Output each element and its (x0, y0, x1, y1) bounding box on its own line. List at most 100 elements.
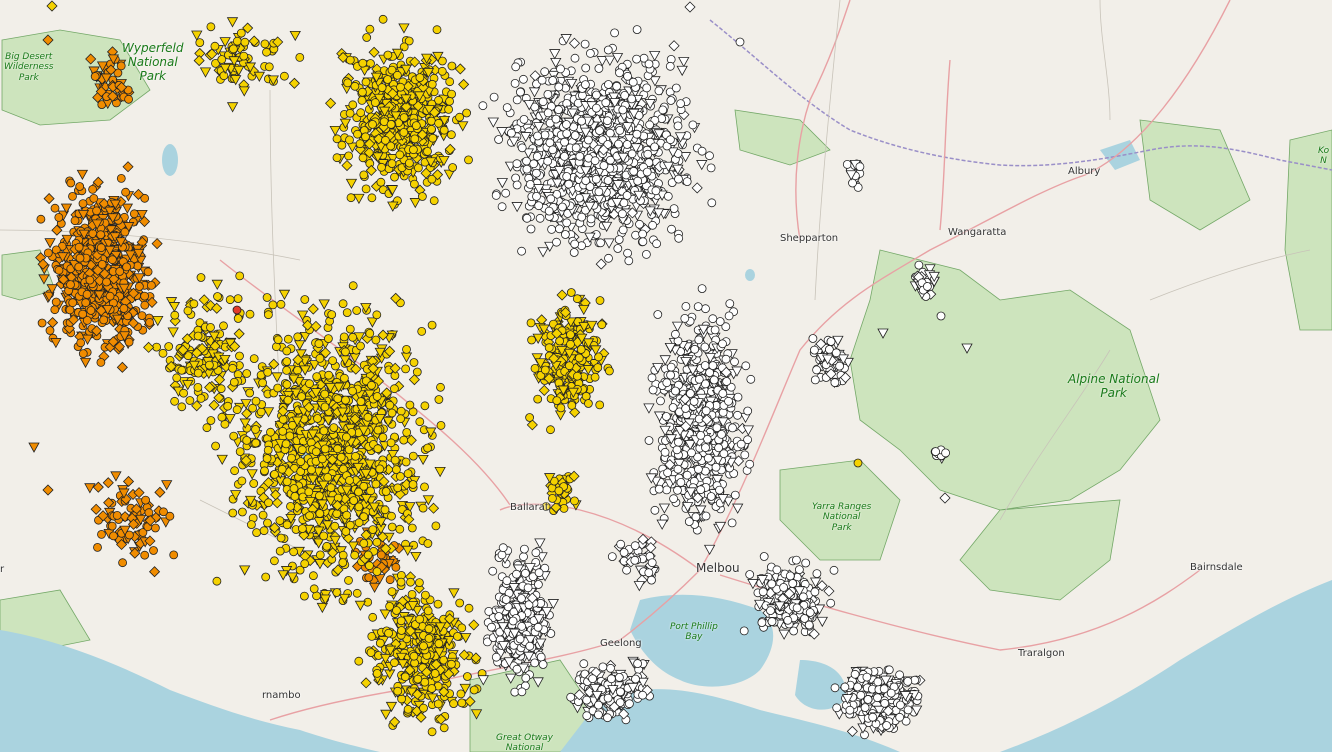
lightning-marker-circle[interactable] (229, 431, 239, 441)
lightning-marker-triangle[interactable] (398, 23, 410, 34)
lightning-marker-circle[interactable] (423, 146, 432, 156)
lightning-marker-circle[interactable] (632, 129, 642, 139)
lightning-marker-circle[interactable] (338, 550, 348, 560)
lightning-marker-diamond[interactable] (233, 328, 245, 340)
lightning-marker-circle[interactable] (115, 267, 125, 276)
lightning-marker-circle[interactable] (329, 423, 339, 433)
lightning-marker-circle[interactable] (546, 194, 556, 204)
lightning-marker-circle[interactable] (671, 83, 681, 93)
lightning-marker-circle[interactable] (339, 373, 349, 383)
lightning-marker-circle[interactable] (75, 182, 85, 191)
lightning-marker-triangle[interactable] (226, 17, 239, 28)
lightning-marker-triangle[interactable] (537, 247, 549, 258)
lightning-marker-circle[interactable] (613, 244, 623, 253)
lightning-marker-circle[interactable] (383, 50, 393, 60)
lightning-marker-circle[interactable] (433, 599, 443, 609)
lightning-marker-circle[interactable] (320, 402, 330, 412)
lightning-marker-circle[interactable] (396, 577, 406, 587)
lightning-marker-circle[interactable] (140, 550, 150, 560)
lightning-marker-circle[interactable] (319, 426, 329, 436)
lightning-marker-circle[interactable] (273, 335, 283, 345)
lightning-marker-circle[interactable] (540, 130, 550, 140)
lightning-marker-circle[interactable] (345, 324, 355, 334)
lightning-marker-circle[interactable] (275, 546, 285, 556)
lightning-marker-circle[interactable] (548, 493, 557, 503)
lightning-marker-circle[interactable] (432, 25, 442, 35)
lightning-marker-circle[interactable] (313, 414, 322, 423)
lightning-marker-triangle[interactable] (578, 304, 590, 316)
lightning-marker-circle[interactable] (78, 349, 88, 359)
lightning-marker-diamond[interactable] (116, 361, 128, 373)
lightning-marker-triangle[interactable] (84, 483, 96, 494)
lightning-marker-circle[interactable] (341, 395, 350, 405)
lightning-marker-circle[interactable] (656, 396, 665, 406)
lightning-marker-circle[interactable] (396, 414, 406, 424)
lightning-marker-circle[interactable] (543, 90, 553, 99)
lightning-marker-circle[interactable] (595, 400, 605, 410)
lightning-marker-circle[interactable] (225, 295, 235, 305)
lightning-marker-circle[interactable] (146, 280, 156, 290)
lightning-marker-circle[interactable] (571, 143, 581, 153)
lightning-marker-triangle[interactable] (402, 545, 414, 557)
lightning-marker-circle[interactable] (658, 105, 668, 115)
lightning-marker-circle[interactable] (593, 363, 603, 373)
lightning-marker-diamond[interactable] (148, 566, 161, 578)
lightning-marker-circle[interactable] (389, 658, 399, 668)
lightning-marker-triangle[interactable] (354, 600, 367, 612)
lightning-marker-circle[interactable] (540, 365, 550, 375)
lightning-marker-circle[interactable] (371, 335, 381, 345)
lightning-marker-circle[interactable] (601, 98, 611, 108)
lightning-marker-circle[interactable] (332, 153, 342, 163)
lightning-marker-circle[interactable] (258, 378, 268, 388)
lightning-marker-circle[interactable] (282, 357, 292, 366)
lightning-marker-circle[interactable] (355, 139, 365, 149)
lightning-marker-circle[interactable] (433, 699, 443, 709)
lightning-marker-triangle[interactable] (409, 198, 421, 209)
lightning-marker-circle[interactable] (581, 63, 591, 73)
lightning-marker-circle[interactable] (319, 531, 329, 541)
lightning-marker-circle[interactable] (202, 423, 212, 433)
lightning-marker-circle[interactable] (97, 530, 106, 539)
lightning-marker-circle[interactable] (349, 496, 359, 506)
lightning-marker-diamond[interactable] (468, 619, 480, 631)
lightning-marker-circle[interactable] (603, 45, 613, 55)
lightning-marker-circle[interactable] (401, 457, 411, 467)
lightning-marker-circle[interactable] (663, 191, 673, 201)
lightning-marker-circle[interactable] (235, 351, 244, 361)
lightning-marker-circle[interactable] (141, 495, 151, 505)
lightning-marker-circle[interactable] (282, 365, 292, 375)
lightning-marker-circle[interactable] (311, 447, 321, 457)
lightning-marker-circle[interactable] (50, 203, 60, 213)
lightning-marker-circle[interactable] (277, 464, 287, 474)
lightning-marker-diamond[interactable] (43, 193, 55, 205)
lightning-marker-circle[interactable] (144, 508, 154, 518)
lightning-marker-circle[interactable] (436, 382, 445, 392)
lightning-marker-circle[interactable] (423, 539, 433, 548)
lightning-marker-circle[interactable] (350, 550, 360, 560)
lightning-marker-circle[interactable] (324, 370, 334, 380)
lightning-marker-circle[interactable] (297, 445, 307, 455)
lightning-marker-circle[interactable] (402, 344, 411, 354)
lightning-marker-circle[interactable] (66, 178, 76, 188)
lightning-marker-circle[interactable] (262, 454, 272, 463)
lightning-marker-circle[interactable] (368, 120, 377, 129)
lightning-marker-circle[interactable] (497, 202, 507, 212)
lightning-marker-circle[interactable] (530, 363, 540, 373)
lightning-marker-circle[interactable] (389, 384, 399, 394)
lightning-marker-circle[interactable] (419, 641, 428, 651)
lightning-marker-circle[interactable] (228, 363, 238, 373)
lightning-marker-circle[interactable] (447, 89, 457, 99)
lightning-marker-circle[interactable] (387, 408, 397, 418)
lightning-marker-circle[interactable] (170, 310, 180, 320)
lightning-marker-circle[interactable] (462, 108, 472, 118)
lightning-marker-circle[interactable] (124, 94, 134, 104)
lightning-marker-circle[interactable] (341, 527, 351, 536)
lightning-marker-circle[interactable] (320, 389, 330, 399)
lightning-marker-circle[interactable] (673, 121, 683, 131)
lightning-marker-circle[interactable] (37, 318, 47, 328)
lightning-marker-circle[interactable] (697, 146, 707, 156)
lightning-marker-circle[interactable] (99, 315, 109, 325)
lightning-marker-circle[interactable] (540, 67, 550, 77)
lightning-marker-circle[interactable] (326, 483, 336, 493)
lightning-marker-circle[interactable] (399, 113, 409, 122)
